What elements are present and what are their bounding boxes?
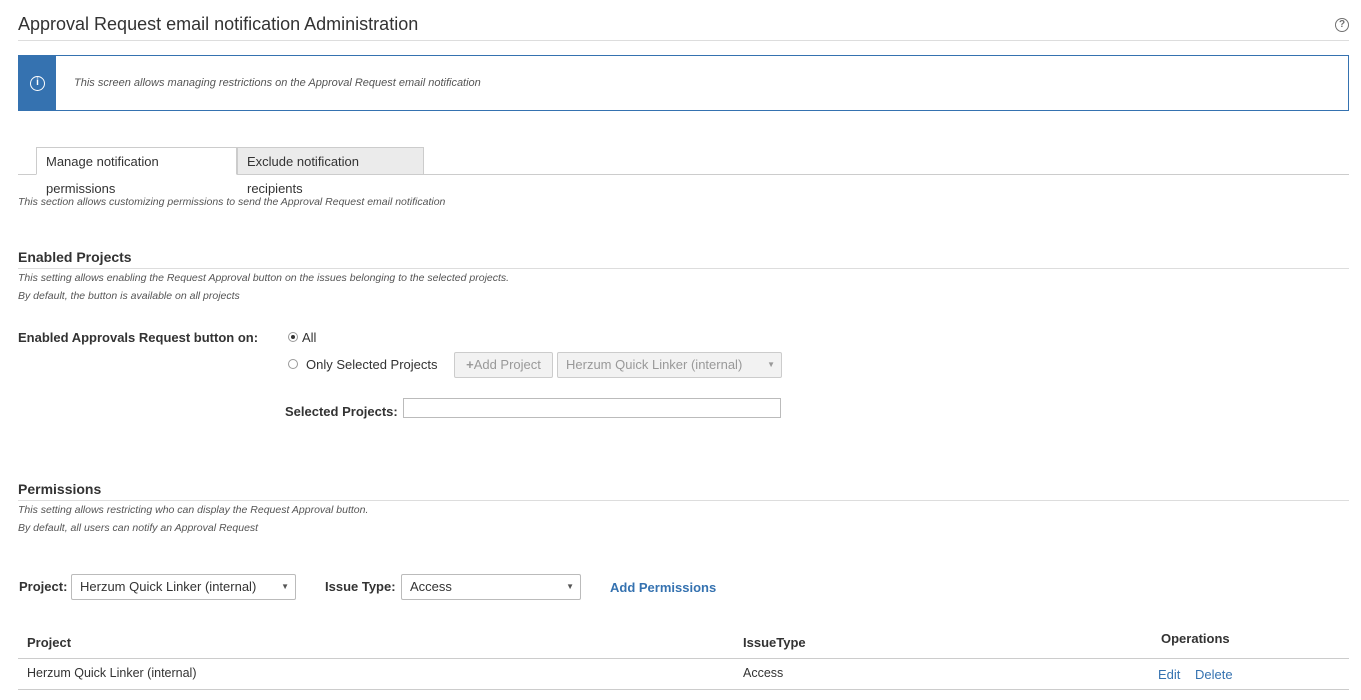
- tab-description: This section allows customizing permissi…: [18, 196, 446, 208]
- radio-only-selected-projects[interactable]: [288, 359, 298, 369]
- column-header-issue-type: IssueType: [743, 635, 806, 650]
- title-divider: [18, 40, 1349, 41]
- permissions-description-2: By default, all users can notify an Appr…: [18, 522, 259, 534]
- permissions-description-1: This setting allows restricting who can …: [18, 504, 369, 516]
- tab-manage-notification-permissions[interactable]: Manage notification permissions: [36, 147, 237, 196]
- issue-type-label: Issue Type:: [325, 579, 396, 594]
- plus-icon: +: [466, 357, 474, 372]
- row-project-cell: Herzum Quick Linker (internal): [27, 666, 197, 680]
- enabled-project-select-value: Herzum Quick Linker (internal): [566, 357, 743, 372]
- permissions-project-label: Project:: [19, 579, 68, 594]
- row-issue-type-cell: Access: [743, 666, 784, 680]
- chevron-down-icon: ▼: [281, 582, 289, 591]
- radio-all[interactable]: [288, 332, 298, 342]
- permissions-title: Permissions: [18, 481, 102, 497]
- edit-link[interactable]: Edit: [1158, 667, 1180, 682]
- info-banner: i This screen allows managing restrictio…: [18, 55, 1349, 111]
- column-header-operations: Operations: [1161, 631, 1230, 646]
- question-circle-icon[interactable]: ?: [1335, 18, 1349, 32]
- add-project-button[interactable]: +Add Project: [454, 352, 553, 378]
- permissions-project-select-value: Herzum Quick Linker (internal): [80, 579, 257, 594]
- selected-projects-input[interactable]: [403, 398, 781, 418]
- column-header-project: Project: [27, 635, 72, 650]
- issue-type-select-value: Access: [410, 579, 452, 594]
- chevron-down-icon: ▼: [566, 582, 574, 591]
- selected-projects-label: Selected Projects:: [285, 404, 398, 419]
- tab-exclude-notification-recipients[interactable]: Exclude notification recipients: [237, 147, 424, 196]
- table-row-divider: [18, 689, 1349, 690]
- radio-only-selected-projects-label[interactable]: Only Selected Projects: [306, 357, 438, 372]
- permissions-project-select[interactable]: Herzum Quick Linker (internal) ▼: [71, 574, 296, 600]
- enabled-approvals-label: Enabled Approvals Request button on:: [18, 330, 259, 345]
- table-header-divider: [18, 658, 1349, 659]
- radio-all-label[interactable]: All: [302, 330, 316, 345]
- add-permissions-link[interactable]: Add Permissions: [610, 580, 716, 595]
- delete-link[interactable]: Delete: [1195, 667, 1233, 682]
- issue-type-select[interactable]: Access ▼: [401, 574, 581, 600]
- enabled-project-select[interactable]: Herzum Quick Linker (internal) ▼: [557, 352, 782, 378]
- enabled-projects-description-2: By default, the button is available on a…: [18, 290, 240, 302]
- info-banner-stripe: i: [19, 56, 56, 110]
- admin-page: Approval Request email notification Admi…: [0, 0, 1361, 700]
- enabled-projects-divider: [18, 268, 1349, 269]
- permissions-divider: [18, 500, 1349, 501]
- info-banner-text: This screen allows managing restrictions…: [74, 77, 481, 89]
- enabled-projects-title: Enabled Projects: [18, 249, 132, 265]
- chevron-down-icon: ▼: [767, 360, 775, 369]
- info-circle-icon: i: [30, 76, 45, 91]
- enabled-projects-description-1: This setting allows enabling the Request…: [18, 272, 510, 284]
- page-title: Approval Request email notification Admi…: [18, 14, 419, 34]
- add-project-label: Add Project: [473, 357, 541, 372]
